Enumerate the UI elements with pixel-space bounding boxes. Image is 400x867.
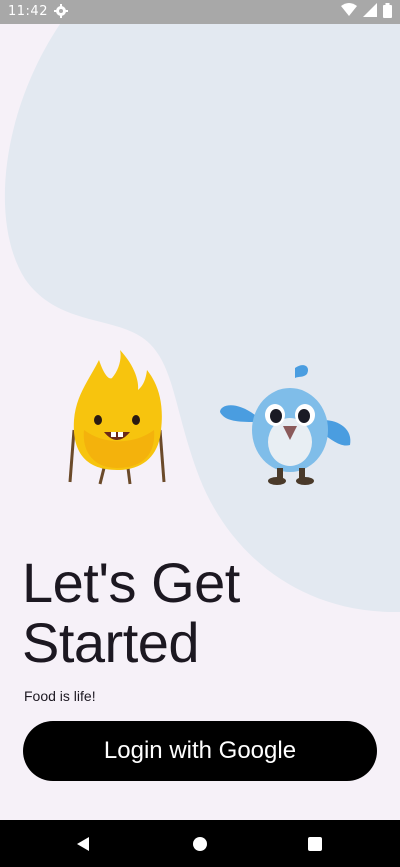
status-time: 11:42 <box>8 4 48 19</box>
navigation-bar <box>0 820 400 867</box>
fire-mascot-image <box>64 350 170 490</box>
page-title-line-2: Started <box>22 611 200 674</box>
wifi-icon <box>341 3 357 21</box>
blue-bird-mascot-image <box>215 360 357 488</box>
page-title-line-1: Let's Get <box>22 551 240 614</box>
page-title: Let's Get Started <box>22 553 240 673</box>
battery-icon <box>383 2 392 22</box>
recents-icon[interactable] <box>285 820 345 867</box>
settings-icon <box>53 3 69 19</box>
background-blob <box>4 24 400 613</box>
login-with-google-button[interactable]: Login with Google <box>23 721 377 781</box>
signal-icon <box>363 3 377 21</box>
subtitle: Food is life! <box>24 688 96 704</box>
background-blob-shape <box>4 24 400 613</box>
status-bar: 11:42 <box>0 0 400 24</box>
home-icon[interactable] <box>170 820 230 867</box>
back-icon[interactable] <box>53 820 113 867</box>
